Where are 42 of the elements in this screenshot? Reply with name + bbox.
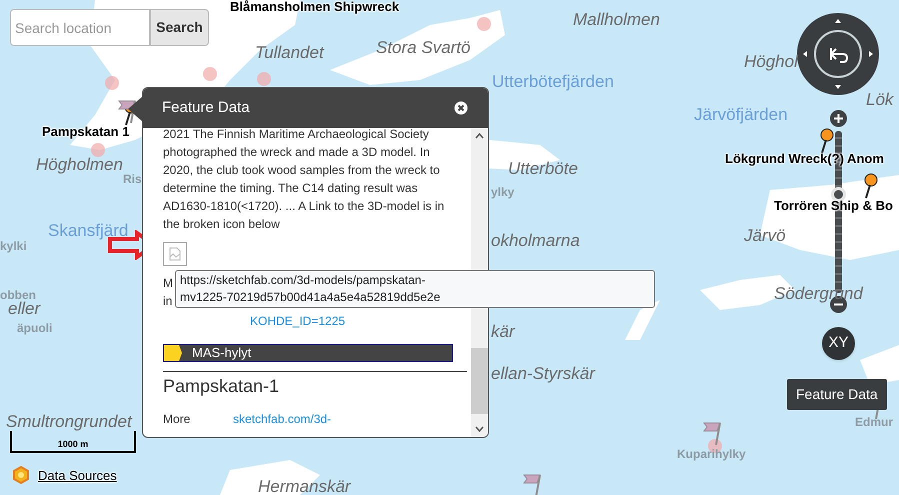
feature-data-tooltip: Feature Data bbox=[787, 379, 887, 410]
place-label: okholmarna bbox=[491, 232, 580, 249]
water-label: Utterbötefjärden bbox=[492, 73, 614, 90]
xy-button[interactable]: XY bbox=[822, 327, 855, 360]
popup-title: Feature Data bbox=[162, 98, 250, 118]
url-text: mv1225-70219d57b00d41a4a5e4a52819dd5e2e bbox=[180, 289, 440, 306]
data-sources-link[interactable]: Data Sources bbox=[38, 466, 117, 486]
water-label: Järvöfjärden bbox=[694, 106, 788, 123]
site-label: kylki bbox=[0, 240, 27, 252]
site-label: obben bbox=[0, 289, 36, 301]
site-label: äpuoli bbox=[17, 322, 52, 334]
place-label: Hermanskär bbox=[258, 478, 351, 495]
more-label: More bbox=[163, 411, 192, 428]
site-label: Ris bbox=[123, 173, 142, 185]
marker-label: Blåmansholmen Shipwreck bbox=[230, 0, 400, 13]
place-label: Mallholmen bbox=[573, 11, 660, 28]
place-label: Tullandet bbox=[255, 44, 324, 61]
covered-text: in bbox=[163, 293, 172, 310]
feature-heading: Pampskatan-1 bbox=[163, 375, 280, 398]
place-label: Höghol bbox=[744, 53, 798, 70]
layer-name: MAS-hylyt bbox=[192, 344, 252, 362]
url-text: https://sketchfab.com/3d-models/pampskatan- bbox=[180, 272, 426, 289]
place-label: Stora Svartö bbox=[376, 39, 470, 56]
place-label: ellan-Styrskär bbox=[491, 365, 595, 382]
site-label: ylky bbox=[491, 186, 514, 198]
marker-label: Pampskatan 1 bbox=[42, 125, 130, 138]
site-label: Kuparihylky bbox=[677, 448, 746, 460]
place-label: Järvö bbox=[744, 227, 786, 244]
place-label: Lök bbox=[866, 91, 894, 108]
site-label: Edmur bbox=[855, 416, 894, 428]
search-field[interactable]: Search location bbox=[10, 9, 150, 46]
description-text: 2021 The Finnish Maritime Archaeological Society photographed the wreck and made a 3D model. In 2020, the club took wood samples from the wreck to determine the timing. The C14 dating result was AD1630-1810(<1720). ... A Link to the 3D-model is in the broken icon below bbox=[163, 128, 446, 233]
search-button[interactable]: Search bbox=[150, 9, 209, 46]
water-label: Skansfjärd bbox=[48, 222, 128, 239]
place-label: kär bbox=[491, 323, 515, 340]
place-label: eller bbox=[8, 300, 40, 317]
place-label: Smultrongrundet bbox=[6, 413, 132, 430]
marker-label: Lökgrund Wreck(?) Anom bbox=[725, 152, 884, 165]
place-label: Utterböte bbox=[508, 160, 578, 177]
place-label: Högholmen bbox=[36, 156, 123, 173]
scale-label: 1000 m bbox=[58, 438, 88, 451]
covered-text: M bbox=[163, 275, 173, 292]
